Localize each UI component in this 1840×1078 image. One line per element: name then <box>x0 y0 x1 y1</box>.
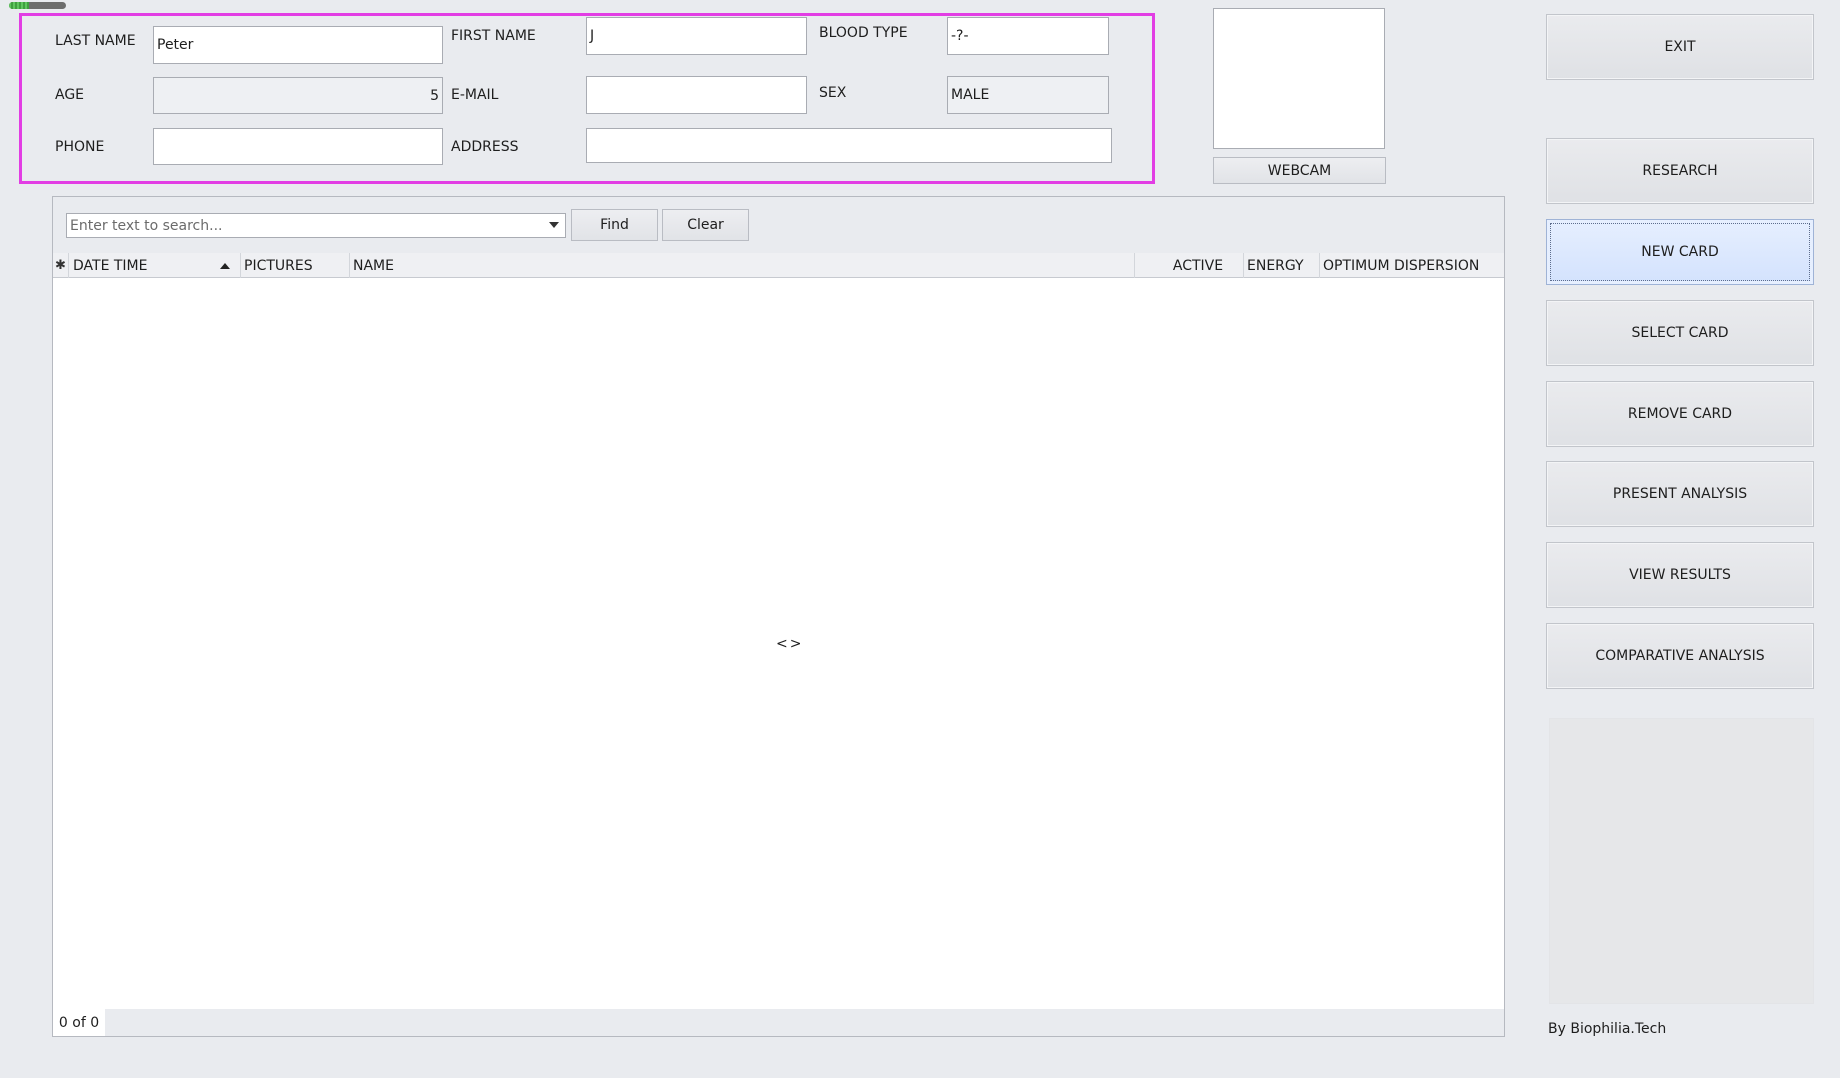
column-date-time-label: DATE TIME <box>73 257 148 274</box>
sex-field[interactable]: MALE <box>947 76 1109 114</box>
grid-empty-text: <> <box>776 636 804 652</box>
comparative-analysis-button[interactable]: COMPARATIVE ANALYSIS <box>1546 623 1814 689</box>
column-active[interactable]: ACTIVE <box>1135 253 1244 278</box>
age-field: 5 <box>153 77 443 114</box>
select-card-button[interactable]: SELECT CARD <box>1546 300 1814 366</box>
address-label: ADDRESS <box>451 139 519 155</box>
first-name-field[interactable]: J <box>586 17 807 55</box>
age-label: AGE <box>55 87 85 103</box>
column-optimum-dispersion[interactable]: OPTIMUM DISPERSION <box>1320 253 1504 278</box>
sex-label: SEX <box>819 85 847 101</box>
present-analysis-button[interactable]: PRESENT ANALYSIS <box>1546 461 1814 527</box>
first-name-label: FIRST NAME <box>451 28 536 44</box>
search-input[interactable]: Enter text to search... <box>66 213 566 238</box>
last-name-label: LAST NAME <box>55 33 136 49</box>
focus-rectangle <box>1550 223 1810 281</box>
grid-footer <box>53 1009 1504 1036</box>
column-chooser-icon[interactable]: ✱ <box>53 253 69 278</box>
research-button[interactable]: RESEARCH <box>1546 138 1814 204</box>
column-name[interactable]: NAME <box>350 253 1135 278</box>
email-label: E-MAIL <box>451 87 499 103</box>
pager-text: 0 of 0 <box>53 1009 105 1036</box>
blood-type-label: BLOOD TYPE <box>819 25 908 41</box>
exit-button[interactable]: EXIT <box>1546 14 1814 80</box>
column-date-time[interactable]: DATE TIME <box>69 253 241 278</box>
clear-button[interactable]: Clear <box>662 209 749 241</box>
patient-photo <box>1213 8 1385 149</box>
phone-label: PHONE <box>55 139 105 155</box>
column-pictures[interactable]: PICTURES <box>241 253 350 278</box>
email-field[interactable] <box>586 76 807 114</box>
phone-field[interactable] <box>153 128 443 165</box>
webcam-button[interactable]: WEBCAM <box>1213 157 1386 184</box>
search-dropdown-button[interactable] <box>547 213 565 238</box>
last-name-field[interactable]: Peter <box>153 26 443 64</box>
remove-card-button[interactable]: REMOVE CARD <box>1546 381 1814 447</box>
progress-bar <box>9 2 66 9</box>
column-energy[interactable]: ENERGY <box>1244 253 1320 278</box>
credit-text: By Biophilia.Tech <box>1548 1021 1667 1037</box>
blood-type-field[interactable]: -?- <box>947 17 1109 55</box>
view-results-button[interactable]: VIEW RESULTS <box>1546 542 1814 608</box>
new-card-button[interactable]: NEW CARD <box>1546 219 1814 285</box>
address-field[interactable] <box>586 128 1112 163</box>
find-button[interactable]: Find <box>571 209 658 241</box>
progress-fill <box>9 2 29 9</box>
sort-ascending-icon <box>220 262 230 269</box>
chevron-down-icon <box>549 222 559 228</box>
info-panel <box>1549 718 1814 1004</box>
